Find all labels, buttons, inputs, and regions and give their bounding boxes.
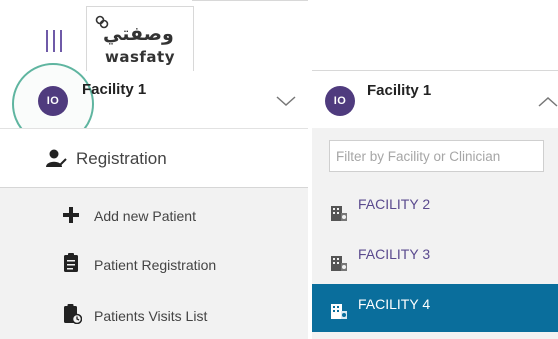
facility-option[interactable]: FACILITY 3 [312,236,558,284]
building-icon [331,304,347,319]
facility-filter-input[interactable] [329,140,544,172]
left-panel-topline [192,0,308,1]
menu-item-patients-visits-list[interactable]: Patients Visits List [94,308,207,324]
right-panel-topline [312,70,558,71]
facility-option-label: FACILITY 3 [358,246,431,262]
logo-arabic-text: وصفتي [103,23,174,45]
avatar[interactable]: IO [325,86,355,116]
menu-item-add-new-patient[interactable]: Add new Patient [94,208,196,224]
chevron-up-icon[interactable] [538,96,558,107]
avatar[interactable]: IO [38,86,68,116]
facility-option-label: FACILITY 2 [358,196,431,212]
user-edit-icon [46,149,67,167]
registration-label: Registration [76,149,167,168]
building-icon [331,206,347,221]
hamburger-icon[interactable] [44,30,64,52]
facility-option-label: FACILITY 4 [358,296,431,312]
clipboard-icon [64,253,78,272]
clipboard-clock-icon [64,304,82,324]
current-facility-name[interactable]: Facility 1 [367,82,431,99]
menu-item-patient-registration[interactable]: Patient Registration [94,257,216,273]
current-facility-name[interactable]: Facility 1 [82,81,146,98]
chevron-down-icon[interactable] [276,96,296,107]
building-icon [331,256,347,271]
logo-latin-text: wasfaty [105,48,176,66]
wasfaty-logo: وصفتي wasfaty [86,6,194,71]
facility-option-selected[interactable]: FACILITY 4 [312,284,558,332]
plus-icon [63,207,79,223]
facility-option[interactable]: FACILITY 2 [312,186,558,234]
